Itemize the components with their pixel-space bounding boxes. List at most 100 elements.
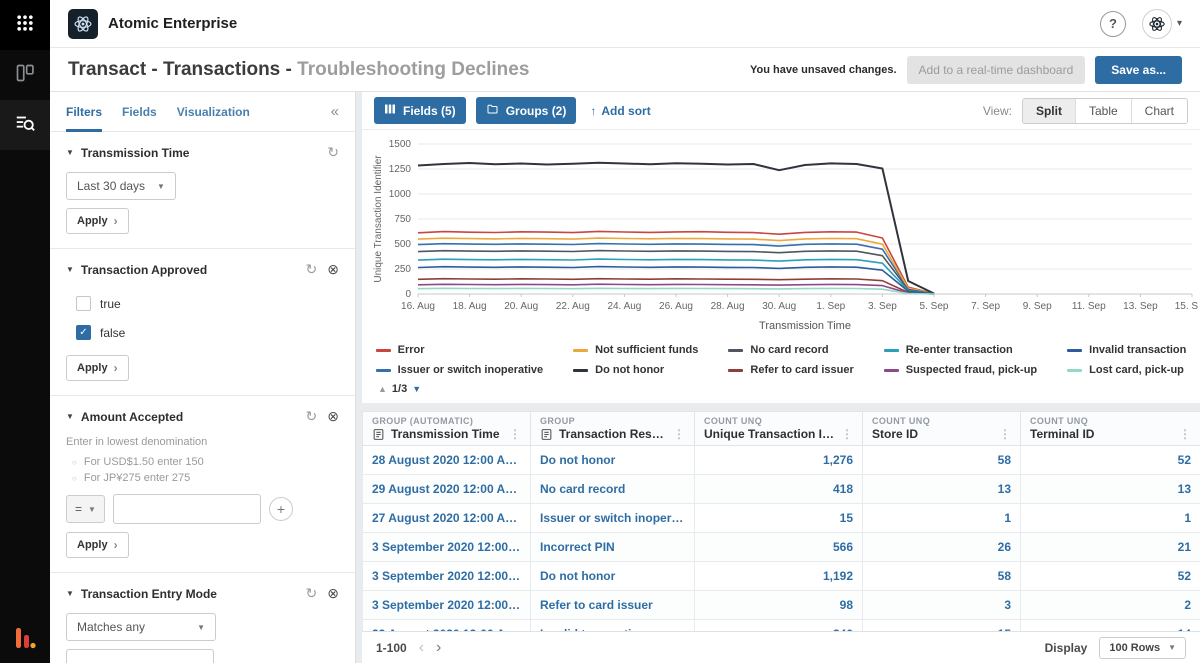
refresh-icon[interactable]: ↻ (306, 585, 318, 602)
refresh-icon[interactable]: ↻ (306, 261, 318, 278)
groups-button[interactable]: Groups (2) (476, 97, 577, 124)
legend-item[interactable]: No card record (728, 341, 853, 359)
table-cell[interactable]: 28 August 2020 12:00 AM (UT... (363, 446, 531, 475)
apply-button[interactable]: Apply › (66, 208, 129, 234)
table-cell[interactable]: 14 (1021, 620, 1200, 632)
table-cell[interactable]: 15 (695, 504, 863, 533)
section-collapse-icon[interactable]: ▼ (66, 148, 74, 157)
entry-mode-input[interactable] (66, 649, 214, 663)
table-cell[interactable]: 52 (1021, 446, 1200, 475)
legend-item[interactable]: Not sufficient funds (573, 341, 698, 359)
table-cell[interactable]: No card record (531, 475, 695, 504)
refresh-icon[interactable]: ↻ (327, 144, 339, 161)
remove-filter-icon[interactable]: ⊗ (327, 261, 339, 278)
checkbox-option-false[interactable]: ✓ false (66, 318, 339, 347)
apply-button[interactable]: Apply › (66, 355, 129, 381)
view-split-button[interactable]: Split (1023, 99, 1075, 123)
tab-visualization[interactable]: Visualization (177, 92, 250, 132)
add-value-icon[interactable]: + (269, 497, 293, 521)
view-chart-button[interactable]: Chart (1131, 99, 1187, 123)
legend-item[interactable]: Error (376, 341, 544, 359)
table-row[interactable]: 3 September 2020 12:00 AM (...Do not hon… (363, 562, 1200, 591)
table-row[interactable]: 29 August 2020 12:00 AM (UT...No card re… (363, 475, 1200, 504)
table-cell[interactable]: 566 (695, 533, 863, 562)
table-cell[interactable]: 13 (863, 475, 1021, 504)
table-cell[interactable]: Refer to card issuer (531, 591, 695, 620)
section-collapse-icon[interactable]: ▼ (66, 589, 74, 598)
table-cell[interactable]: 52 (1021, 562, 1200, 591)
table-cell[interactable]: 3 September 2020 12:00 AM (... (363, 533, 531, 562)
rows-per-page-select[interactable]: 100 Rows ▼ (1099, 637, 1186, 659)
table-cell[interactable]: Invalid transaction (531, 620, 695, 632)
explore-nav-button[interactable] (0, 100, 50, 150)
column-menu-icon[interactable]: ⋮ (999, 427, 1011, 441)
column-header[interactable]: COUNT UNQUnique Transaction Identifier⋮ (695, 412, 863, 446)
legend-item[interactable]: Do not honor (573, 361, 698, 379)
legend-item[interactable]: Issuer or switch inoperative (376, 361, 544, 379)
table-row[interactable]: 27 August 2020 12:00 AM (UT...Issuer or … (363, 504, 1200, 533)
table-cell[interactable]: 15 (863, 620, 1021, 632)
table-row[interactable]: 28 August 2020 12:00 AM (UT...Do not hon… (363, 446, 1200, 475)
table-cell[interactable]: 1,276 (695, 446, 863, 475)
table-cell[interactable]: 3 (863, 591, 1021, 620)
table-cell[interactable]: 3 September 2020 12:00 AM (... (363, 591, 531, 620)
dashboards-nav-button[interactable] (0, 50, 50, 100)
column-menu-icon[interactable]: ⋮ (673, 427, 685, 441)
table-cell[interactable]: 418 (695, 475, 863, 504)
table-cell[interactable]: 13 (1021, 475, 1200, 504)
table-cell[interactable]: Do not honor (531, 562, 695, 591)
table-cell[interactable]: 1 (863, 504, 1021, 533)
remove-filter-icon[interactable]: ⊗ (327, 585, 339, 602)
help-button[interactable]: ? (1100, 11, 1126, 37)
table-cell[interactable]: 58 (863, 562, 1021, 591)
legend-item[interactable]: Re-enter transaction (884, 341, 1037, 359)
add-to-dashboard-button[interactable]: Add to a real-time dashboard (907, 56, 1086, 84)
table-cell[interactable]: Do not honor (531, 446, 695, 475)
table-cell[interactable]: 23 August 2020 12:00 AM (UT... (363, 620, 531, 632)
table-row[interactable]: 3 September 2020 12:00 AM (...Incorrect … (363, 533, 1200, 562)
section-collapse-icon[interactable]: ▼ (66, 265, 74, 274)
add-sort-button[interactable]: ↑ Add sort (590, 104, 650, 118)
table-cell[interactable]: 3 September 2020 12:00 AM (... (363, 562, 531, 591)
next-page-icon[interactable]: › (436, 640, 441, 656)
legend-item[interactable]: Lost card, pick-up (1067, 361, 1186, 379)
tab-fields[interactable]: Fields (122, 92, 157, 132)
section-collapse-icon[interactable]: ▼ (66, 412, 74, 421)
table-cell[interactable]: Issuer or switch inoperative (531, 504, 695, 533)
table-cell[interactable]: 2 (1021, 591, 1200, 620)
table-cell[interactable]: 98 (695, 591, 863, 620)
pager-down-icon[interactable]: ▼ (412, 384, 421, 394)
table-cell[interactable]: 26 (863, 533, 1021, 562)
tab-filters[interactable]: Filters (66, 92, 102, 132)
app-launcher-button[interactable] (0, 0, 50, 50)
line-chart[interactable]: 025050075010001250150016. Aug18. Aug20. … (370, 138, 1198, 334)
table-cell[interactable]: 1,192 (695, 562, 863, 591)
column-header[interactable]: GROUP (AUTOMATIC)Transmission Time⋮ (363, 412, 531, 446)
column-header[interactable]: GROUPTransaction Response⋮ (531, 412, 695, 446)
column-header[interactable]: COUNT UNQTerminal ID⋮ (1021, 412, 1200, 446)
column-menu-icon[interactable]: ⋮ (1179, 427, 1191, 441)
table-cell[interactable]: 21 (1021, 533, 1200, 562)
column-menu-icon[interactable]: ⋮ (509, 427, 521, 441)
prev-page-icon[interactable]: ‹ (419, 640, 424, 656)
legend-item[interactable]: Suspected fraud, pick-up (884, 361, 1037, 379)
table-cell[interactable]: 1 (1021, 504, 1200, 533)
table-cell[interactable]: 240 (695, 620, 863, 632)
date-range-select[interactable]: Last 30 days ▼ (66, 172, 176, 200)
fields-button[interactable]: Fields (5) (374, 97, 466, 124)
pager-up-icon[interactable]: ▲ (378, 384, 387, 394)
amount-value-input[interactable] (113, 494, 261, 524)
view-table-button[interactable]: Table (1075, 99, 1131, 123)
collapse-panel-icon[interactable]: « (331, 103, 339, 120)
remove-filter-icon[interactable]: ⊗ (327, 408, 339, 425)
table-row[interactable]: 23 August 2020 12:00 AM (UT...Invalid tr… (363, 620, 1200, 632)
checkbox-option-true[interactable]: true (66, 289, 339, 318)
match-mode-select[interactable]: Matches any ▼ (66, 613, 216, 641)
table-cell[interactable]: Incorrect PIN (531, 533, 695, 562)
table-cell[interactable]: 29 August 2020 12:00 AM (UT... (363, 475, 531, 504)
legend-item[interactable]: Invalid transaction (1067, 341, 1186, 359)
account-menu-button[interactable]: ▾ (1142, 9, 1182, 39)
legend-item[interactable]: Refer to card issuer (728, 361, 853, 379)
save-as-button[interactable]: Save as... (1095, 56, 1182, 84)
table-cell[interactable]: 58 (863, 446, 1021, 475)
